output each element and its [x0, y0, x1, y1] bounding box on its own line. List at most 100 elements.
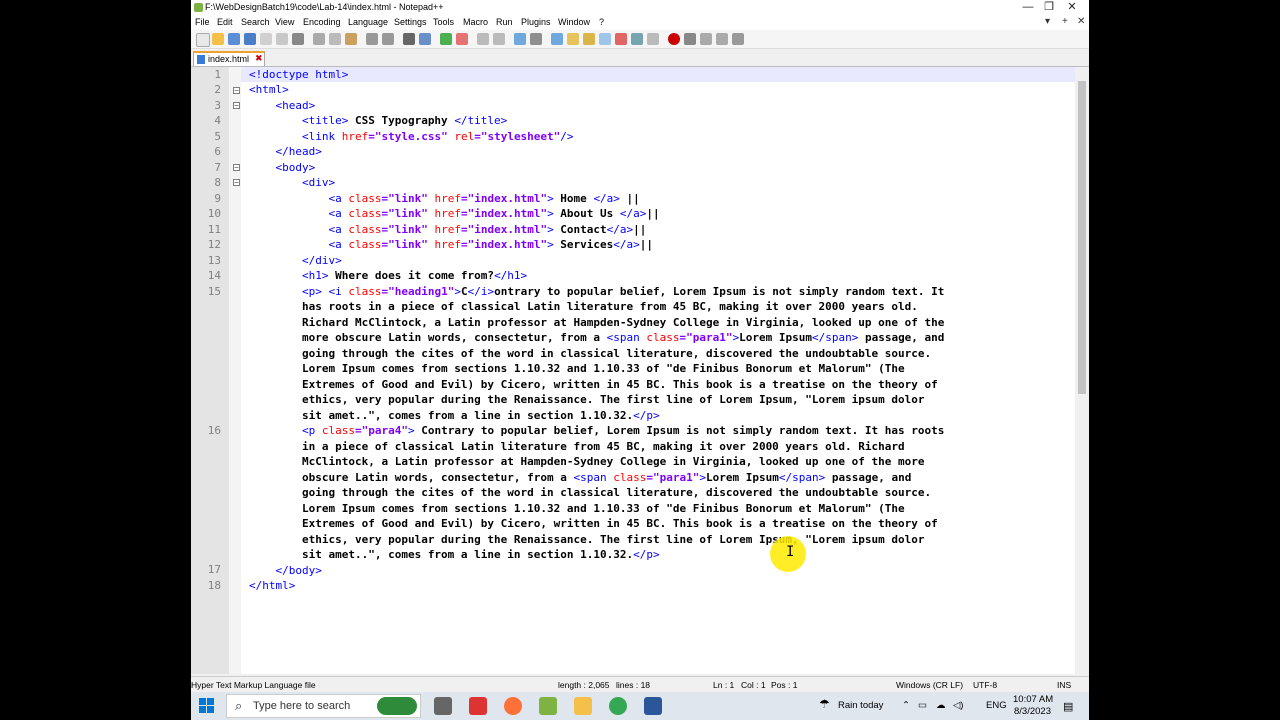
code-token: Lorem Ipsum comes from sections 1.10.32 …	[301, 502, 905, 515]
code-token: </p>	[633, 548, 660, 561]
word-wrap-icon[interactable]	[514, 33, 526, 45]
code-token: ||	[639, 238, 654, 251]
menu-plugins[interactable]: Plugins	[521, 17, 551, 27]
paste-icon[interactable]	[345, 33, 357, 45]
eye-icon[interactable]	[647, 33, 659, 45]
tab-index-html[interactable]: index.html ✖	[193, 51, 265, 66]
dropdown-arrow-icon[interactable]: ▾	[1045, 16, 1050, 27]
folder-workspace-icon[interactable]	[615, 33, 627, 45]
sync-h-icon[interactable]	[493, 33, 505, 45]
run-macro-multiple-icon[interactable]	[716, 33, 728, 45]
fold-toggle-icon[interactable]: −	[233, 179, 240, 187]
status-insert-mode: INS	[1057, 680, 1072, 690]
code-line: <title> CSS Typography </title>	[249, 113, 507, 129]
close-all-icon[interactable]	[276, 33, 288, 45]
code-editor[interactable]: − − − − 1 2 3 4 5 6 7 8 9 10 11 12 13 14…	[191, 67, 1089, 674]
zoom-in-icon[interactable]	[440, 33, 452, 45]
play-macro-icon[interactable]	[700, 33, 712, 45]
redo-icon[interactable]	[382, 33, 394, 45]
menu-macro[interactable]: Macro	[463, 17, 488, 27]
lang-icon[interactable]	[567, 33, 579, 45]
find-icon[interactable]	[403, 33, 415, 45]
line-number: 18	[207, 579, 221, 592]
vertical-scrollbar[interactable]	[1075, 67, 1089, 674]
code-token: >	[547, 238, 554, 251]
scrollbar-thumb[interactable]	[1078, 81, 1086, 394]
menu-edit[interactable]: Edit	[217, 17, 233, 27]
tray-overflow-icon[interactable]: ⌃	[902, 700, 910, 711]
monitor-icon[interactable]	[631, 33, 643, 45]
code-line: sit amet..", comes from a line in sectio…	[249, 547, 660, 563]
clock-time[interactable]: 10:07 AM	[1013, 694, 1053, 705]
fold-toggle-icon[interactable]: −	[233, 102, 240, 110]
firefox-icon[interactable]	[504, 697, 522, 715]
code-line: <link href="style.css" rel="stylesheet"/…	[249, 129, 574, 145]
word-icon[interactable]	[644, 697, 662, 715]
code-line: Extremes of Good and Evil) by Cicero, wr…	[249, 377, 938, 393]
chrome-icon[interactable]	[609, 697, 627, 715]
save-all-icon[interactable]	[244, 33, 256, 45]
file-explorer-icon[interactable]	[574, 697, 592, 715]
show-all-chars-icon[interactable]	[530, 33, 542, 45]
new-tab-icon[interactable]: +	[1062, 16, 1068, 27]
menu-window[interactable]: Window	[558, 17, 590, 27]
function-list-icon[interactable]	[599, 33, 611, 45]
code-line: has roots in a piece of classical Latin …	[249, 299, 918, 315]
zoom-out-icon[interactable]	[456, 33, 468, 45]
windows-start-icon[interactable]	[199, 698, 215, 714]
copy-icon[interactable]	[329, 33, 341, 45]
menu-tools[interactable]: Tools	[433, 17, 454, 27]
code-token: >	[547, 207, 554, 220]
print-icon[interactable]	[292, 33, 304, 45]
cloud-icon[interactable]: ☁	[936, 700, 946, 711]
taskbar-search-box[interactable]: ⌕ Type here to search	[226, 694, 421, 718]
menu-run[interactable]: Run	[496, 17, 513, 27]
volume-icon[interactable]: ◁)	[953, 700, 963, 711]
indent-guide-icon[interactable]	[551, 33, 563, 45]
code-token: <body>	[275, 161, 316, 174]
status-lines: lines : 18	[616, 680, 651, 690]
code-token: </div>	[301, 254, 342, 267]
code-token: passage, and	[858, 331, 945, 344]
language-indicator[interactable]: ENG	[986, 700, 1007, 711]
notification-icon[interactable]: ▤	[1063, 700, 1073, 713]
cut-icon[interactable]	[313, 33, 325, 45]
weather-text[interactable]: Rain today	[838, 700, 883, 711]
save-macro-icon[interactable]	[732, 33, 744, 45]
code-token: </head>	[275, 145, 322, 158]
menu-view[interactable]: View	[275, 17, 294, 27]
menu-language[interactable]: Language	[348, 17, 388, 27]
fold-toggle-icon[interactable]: −	[233, 164, 240, 172]
menu-file[interactable]: File	[195, 17, 210, 27]
doc-map-icon[interactable]	[583, 33, 595, 45]
code-token: obscure Latin words, consectetur, from a	[301, 471, 574, 484]
new-file-icon[interactable]	[196, 33, 210, 47]
stop-macro-icon[interactable]	[684, 33, 696, 45]
code-token: ||	[619, 192, 640, 205]
code-token: <!doctype html>	[249, 68, 349, 81]
code-token: McClintock, a Latin professor at Hampden…	[301, 455, 925, 468]
close-doc-icon[interactable]: ✕	[1077, 16, 1085, 27]
undo-icon[interactable]	[366, 33, 378, 45]
close-icon[interactable]: ✕	[1057, 0, 1087, 15]
code-token: </p>	[633, 409, 660, 422]
menu-search[interactable]: Search	[241, 17, 270, 27]
app-icon[interactable]	[469, 697, 487, 715]
notepadpp-taskbar-icon[interactable]	[539, 697, 557, 715]
save-icon[interactable]	[228, 33, 240, 45]
fold-toggle-icon[interactable]: −	[233, 87, 240, 95]
menu-help[interactable]: ?	[599, 17, 604, 27]
task-view-icon[interactable]	[434, 697, 452, 715]
close-file-icon[interactable]	[260, 33, 272, 45]
sync-v-icon[interactable]	[477, 33, 489, 45]
code-token: ="index.html"	[460, 192, 548, 205]
tab-close-icon[interactable]: ✖	[255, 53, 263, 64]
record-macro-icon[interactable]	[668, 33, 680, 45]
status-ln: Ln : 1	[713, 680, 735, 690]
network-icon[interactable]: ▭	[918, 700, 927, 711]
clock-date[interactable]: 8/3/2023	[1014, 706, 1051, 717]
menu-encoding[interactable]: Encoding	[303, 17, 341, 27]
open-file-icon[interactable]	[212, 33, 224, 45]
replace-icon[interactable]	[419, 33, 431, 45]
menu-settings[interactable]: Settings	[394, 17, 427, 27]
